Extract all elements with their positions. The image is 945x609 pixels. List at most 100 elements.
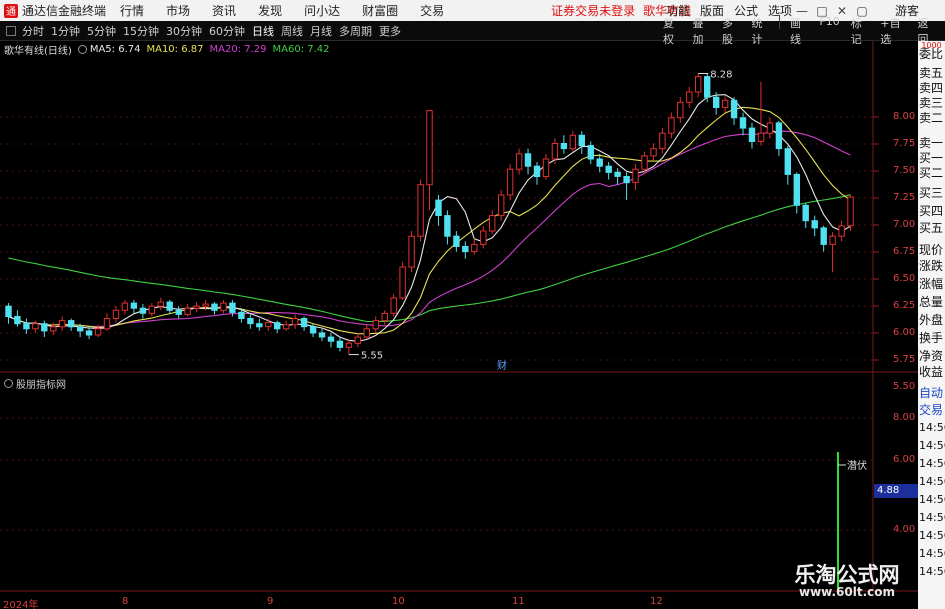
- candle-body: [847, 196, 854, 227]
- quote-item[interactable]: 净资: [919, 349, 945, 364]
- auto-trade-tab[interactable]: 自动: [919, 386, 945, 401]
- candle-body: [5, 305, 12, 318]
- price-tick: 7.75: [893, 138, 916, 149]
- price-tick: 6.50: [893, 273, 916, 284]
- candle-body: [291, 318, 299, 326]
- legend-ma5: MA5: 6.74: [89, 43, 141, 55]
- candle-body: [713, 96, 720, 108]
- candle-body: [318, 332, 326, 338]
- candle-body: [757, 132, 765, 142]
- sub-indicator-name: 股朋指标网: [16, 380, 66, 391]
- trade-tab[interactable]: 交易: [919, 403, 945, 418]
- quote-item[interactable]: 换手: [919, 331, 945, 346]
- candle-body: [748, 127, 756, 143]
- candle-body: [444, 215, 451, 237]
- candle-body: [399, 266, 406, 299]
- candle-body: [238, 311, 245, 319]
- quote-item[interactable]: 现价: [919, 243, 945, 258]
- high-price-label: 8.28: [710, 70, 732, 81]
- sub-indicator-legend: 股朋指标网: [4, 376, 66, 391]
- tick-time: 14:56: [919, 529, 945, 542]
- candle-body: [533, 165, 541, 177]
- candle-body: [560, 143, 568, 150]
- candle-body: [614, 171, 621, 177]
- candle-body: [578, 134, 585, 147]
- candle-body: [668, 117, 675, 134]
- candle-body: [94, 328, 102, 336]
- quote-item[interactable]: 买一: [919, 151, 945, 166]
- sub-indicator-settings-icon[interactable]: [4, 379, 13, 388]
- candle-body: [462, 246, 469, 253]
- ma-legend: 歌华有线(日线) MA5: 6.74 MA10: 6.87 MA20: 7.29…: [4, 42, 336, 57]
- legend-ma10: MA10: 6.87: [146, 43, 204, 55]
- quote-item[interactable]: 买四: [919, 204, 945, 219]
- candle-body: [193, 305, 200, 309]
- price-tick: 8.00: [893, 111, 916, 122]
- quote-item[interactable]: 涨跌: [919, 259, 945, 274]
- candle-body: [811, 220, 818, 229]
- candle-body: [363, 328, 371, 338]
- candle-body: [85, 330, 93, 336]
- candle-body: [274, 322, 281, 330]
- quote-item[interactable]: 卖一: [919, 136, 945, 151]
- candle-body: [793, 173, 800, 206]
- cursor-value-readout: 4.88: [874, 484, 918, 498]
- candle-body: [641, 155, 648, 170]
- candle-body: [23, 323, 30, 330]
- candle-body: [775, 122, 783, 150]
- candle-body: [650, 148, 657, 157]
- tick-time: 14:56: [919, 547, 945, 560]
- candle-body: [283, 324, 290, 330]
- quote-item[interactable]: 买五: [919, 221, 945, 236]
- candle-body: [480, 230, 487, 245]
- candle-body: [336, 340, 344, 348]
- candle-body: [41, 323, 48, 332]
- tick-time: 14:56: [919, 475, 945, 488]
- candle-body: [202, 303, 209, 307]
- price-tick: 6.25: [893, 300, 916, 311]
- candle-body: [739, 117, 747, 129]
- candle-body: [309, 326, 317, 334]
- candle-body: [766, 122, 774, 134]
- quote-item[interactable]: 总量: [919, 295, 945, 310]
- quote-item[interactable]: 买三: [919, 186, 945, 201]
- candle-body: [784, 148, 791, 175]
- legend-stock-label: 歌华有线(日线): [4, 45, 72, 57]
- quote-item[interactable]: 卖五: [919, 66, 945, 81]
- candle-body: [59, 320, 66, 328]
- tick-time: 14:56: [919, 493, 945, 506]
- candle-body: [721, 99, 729, 109]
- quote-item[interactable]: 买二: [919, 166, 945, 181]
- sub-tick: 8.00: [893, 412, 916, 423]
- candle-body: [148, 305, 156, 314]
- candle-body: [247, 318, 254, 325]
- candle-body: [327, 336, 335, 342]
- quote-item[interactable]: 卖三: [919, 96, 945, 111]
- candle-body: [587, 145, 594, 160]
- candle-body: [256, 323, 263, 328]
- signal-label: 潜伏: [847, 459, 867, 472]
- candle-body: [372, 320, 380, 330]
- date-tick: 2024年: [3, 600, 39, 609]
- candle-body: [220, 302, 227, 311]
- quote-item[interactable]: 外盘: [919, 313, 945, 328]
- candle-body: [506, 168, 514, 196]
- candle-body: [542, 158, 550, 177]
- quote-item[interactable]: 卖二: [919, 111, 945, 126]
- candle-body: [704, 76, 711, 98]
- candle-body: [426, 110, 433, 186]
- quote-item[interactable]: 涨幅: [919, 277, 945, 292]
- candle-body: [50, 326, 57, 332]
- candle-body: [802, 204, 809, 222]
- date-tick: 8: [122, 596, 129, 607]
- sub-tick: 6.00: [893, 454, 916, 465]
- candle-body: [68, 320, 75, 328]
- candle-body: [32, 323, 39, 330]
- quote-item[interactable]: 卖四: [919, 81, 945, 96]
- quote-item[interactable]: 收益: [919, 365, 945, 380]
- kline-chart[interactable]: 8.28 5.55 财潜伏: [0, 0, 918, 609]
- date-tick: 11: [512, 596, 525, 607]
- indicator-settings-icon[interactable]: [77, 44, 87, 54]
- quote-item[interactable]: 委比: [919, 47, 945, 62]
- candle-body: [829, 235, 836, 245]
